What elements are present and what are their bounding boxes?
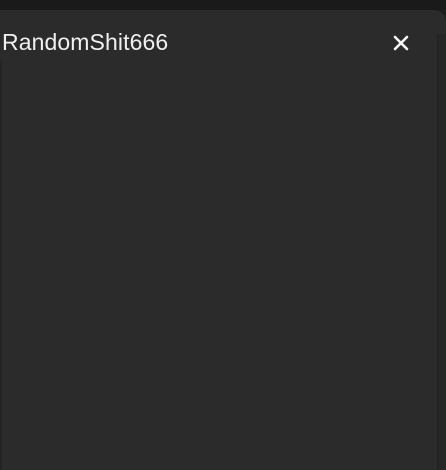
top-strip	[0, 0, 446, 10]
window-header: RandomShit666	[0, 10, 438, 74]
window-left-edge	[0, 60, 2, 470]
window-scrollbar-track[interactable]	[437, 34, 446, 470]
close-button[interactable]	[386, 28, 416, 58]
popup-window: RandomShit666	[0, 10, 446, 470]
window-title: RandomShit666	[2, 29, 169, 55]
close-icon	[393, 35, 409, 51]
